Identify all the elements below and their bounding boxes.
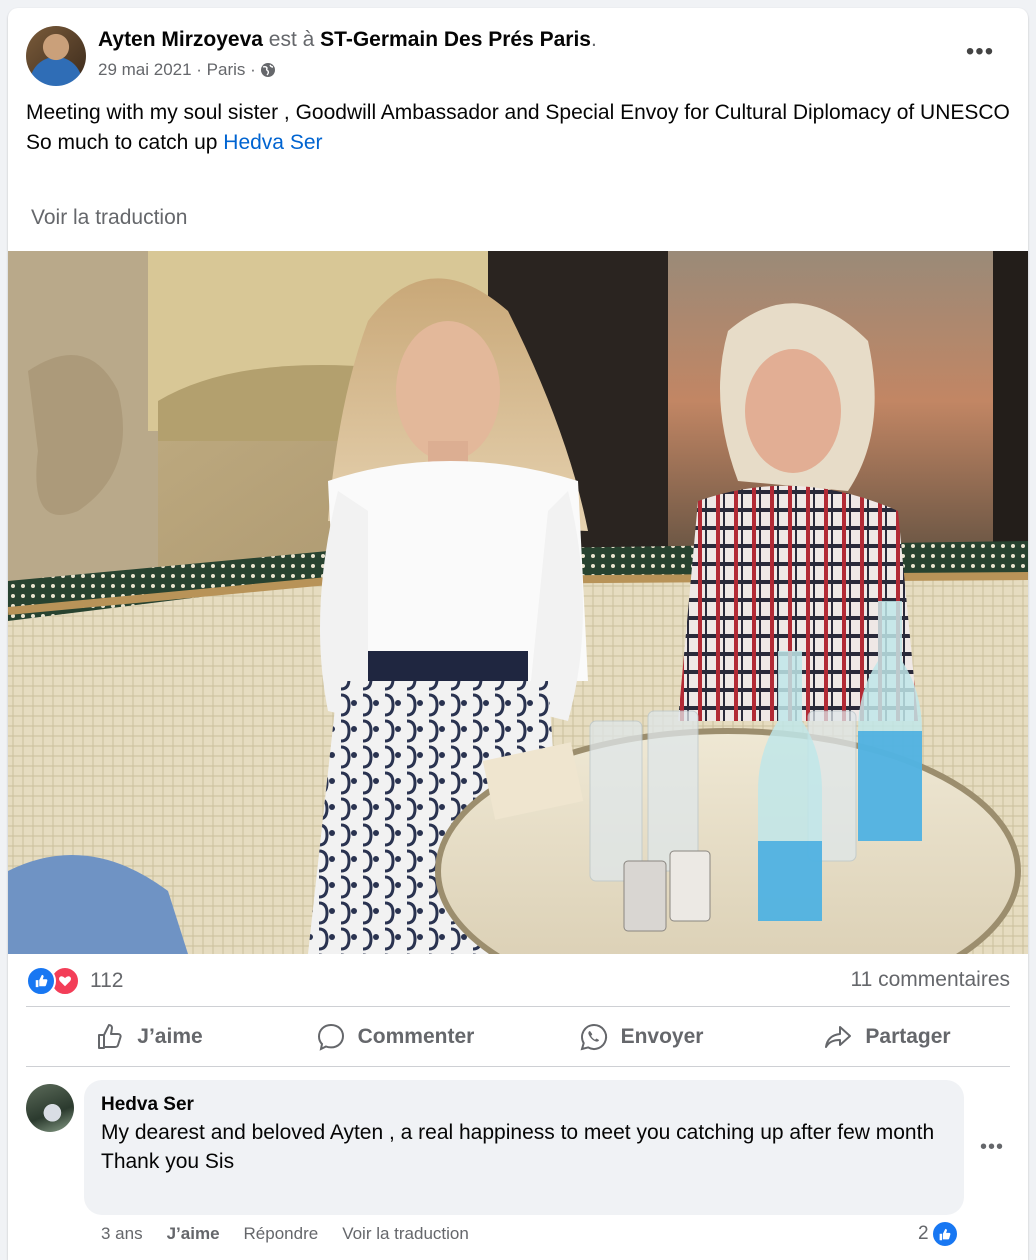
comments-count[interactable]: 11 commentaires xyxy=(850,968,1010,992)
divider xyxy=(26,1066,1010,1067)
post-text-line1: Meeting with my soul sister , Goodwill A… xyxy=(26,101,1010,124)
like-icon xyxy=(930,1220,959,1248)
divider xyxy=(26,1006,1010,1007)
post-meta: 29 mai 2021 · Paris · xyxy=(98,60,276,80)
action-bar: J’aime Commenter Envoyer Partager xyxy=(26,1008,1010,1066)
share-button-label: Partager xyxy=(865,1025,951,1048)
whatsapp-icon xyxy=(580,1023,607,1051)
comment-more-icon[interactable]: ••• xyxy=(980,1136,1004,1159)
comment-button[interactable]: Commenter xyxy=(272,1008,518,1066)
comment-text: My dearest and beloved Ayten , a real ha… xyxy=(101,1118,951,1176)
post-card: Ayten Mirzoyeva est à ST-Germain Des Pré… xyxy=(8,8,1028,1260)
location-suffix: . xyxy=(590,28,597,51)
send-button[interactable]: Envoyer xyxy=(518,1008,764,1066)
comment-icon xyxy=(317,1023,344,1051)
location-link[interactable]: ST-Germain Des Prés Paris xyxy=(320,28,591,51)
post-text: Meeting with my soul sister , Goodwill A… xyxy=(26,98,1016,158)
comment-like-link[interactable]: J’aime xyxy=(167,1224,220,1244)
comment-text-line1: My dearest and beloved Ayten , a real ha… xyxy=(101,1121,935,1144)
reactions-summary[interactable]: 112 xyxy=(26,966,123,996)
post-text-line2: So much to catch up Hedva Ser xyxy=(26,128,1016,158)
thumbs-up-icon xyxy=(98,1024,122,1049)
comment-reactions[interactable]: 2 xyxy=(918,1220,959,1248)
like-button-label: J’aime xyxy=(137,1025,203,1048)
post-date-location[interactable]: 29 mai 2021 · Paris · xyxy=(98,60,256,80)
share-icon xyxy=(825,1026,852,1048)
see-translation-link[interactable]: Voir la traduction xyxy=(31,206,187,230)
send-button-label: Envoyer xyxy=(620,1025,704,1048)
comment-text-line2: Thank you Sis xyxy=(101,1150,235,1173)
globe-icon xyxy=(260,63,275,77)
mention-link[interactable]: Hedva Ser xyxy=(223,131,322,154)
comment-reply-link[interactable]: Répondre xyxy=(244,1224,319,1244)
more-options-icon[interactable]: ••• xyxy=(962,38,998,66)
author-avatar[interactable] xyxy=(26,26,86,86)
post-header: Ayten Mirzoyeva est à ST-Germain Des Pré… xyxy=(98,28,597,52)
comment-translate-link[interactable]: Voir la traduction xyxy=(342,1224,469,1244)
comment-meta: 3 ans J’aime Répondre Voir la traduction xyxy=(101,1224,469,1244)
comment-bubble: Hedva Ser My dearest and beloved Ayten ,… xyxy=(84,1080,964,1215)
comment-button-label: Commenter xyxy=(357,1025,475,1048)
post-text-prefix: So much to catch up xyxy=(26,131,224,154)
like-button[interactable]: J’aime xyxy=(26,1008,272,1066)
reaction-count: 112 xyxy=(90,969,124,992)
commenter-avatar[interactable] xyxy=(26,1084,74,1132)
commenter-name[interactable]: Hedva Ser xyxy=(101,1094,194,1116)
share-button[interactable]: Partager xyxy=(764,1008,1010,1066)
at-word: est à xyxy=(268,28,315,51)
author-name[interactable]: Ayten Mirzoyeva xyxy=(98,28,263,51)
post-photo[interactable] xyxy=(8,251,1028,954)
like-icon xyxy=(26,966,56,996)
comment-reaction-count: 2 xyxy=(918,1223,929,1244)
comment-age[interactable]: 3 ans xyxy=(101,1224,143,1244)
